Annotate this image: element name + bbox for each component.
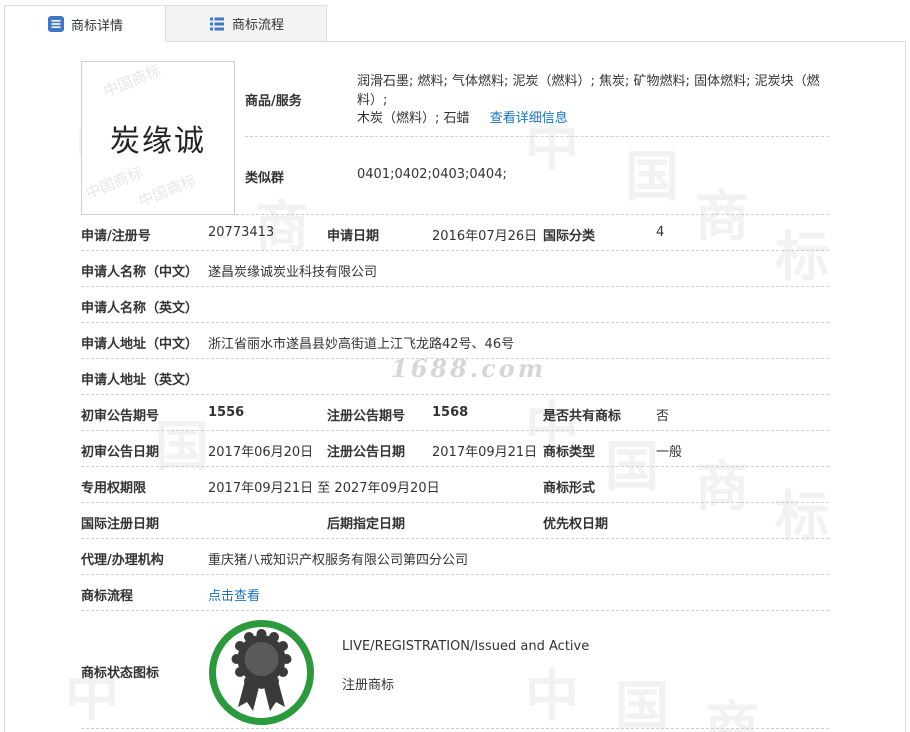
prelim-issue-value: 1556 xyxy=(208,405,245,420)
reg-no-label: 申请/注册号 xyxy=(81,229,151,244)
term-label: 专用权期限 xyxy=(81,481,147,496)
address-en-label: 申请人地址（英文） xyxy=(81,373,199,388)
status-chinese: 注册商标 xyxy=(342,678,395,693)
apply-date-label: 申请日期 xyxy=(327,229,380,244)
prelim-issue-label: 初审公告期号 xyxy=(81,409,160,424)
watermark-char: 标 xyxy=(775,484,847,548)
divider xyxy=(81,286,829,287)
applicant-cn-label: 申请人名称（中文） xyxy=(81,265,199,280)
divider xyxy=(81,466,829,467)
reg-issue-value: 1568 xyxy=(432,405,469,420)
divider xyxy=(81,574,829,575)
list-icon xyxy=(47,15,65,33)
reg-issue-label: 注册公告期号 xyxy=(327,409,406,424)
divider xyxy=(81,728,829,729)
divider xyxy=(81,322,829,323)
priority-date-label: 优先权日期 xyxy=(543,517,609,532)
goods-line-1: 润滑石墨; 燃料; 气体燃料; 泥炭（燃料）; 焦炭; 矿物燃料; 固体燃料; … xyxy=(357,74,820,108)
applicant-cn-value: 遂昌炭缘诚炭业科技有限公司 xyxy=(208,265,378,280)
logo-watermark: 中国商标 xyxy=(83,163,146,203)
goods-line-2: 木炭（燃料）; 石蜡 查看详细信息 xyxy=(357,107,568,126)
form-label: 商标形式 xyxy=(543,481,596,496)
trademark-image: 中国商标 中国商标 中国商标 炭缘诚 xyxy=(81,61,235,215)
status-english: LIVE/REGISTRATION/Issued and Active xyxy=(342,639,590,654)
agent-value: 重庆猪八戒知识产权服务有限公司第四分公司 xyxy=(208,553,469,568)
tab-bar: 商标详情 商标流程 xyxy=(4,5,327,42)
agent-label: 代理/办理机构 xyxy=(81,553,164,568)
similar-group-value: 0401;0402;0403;0404; xyxy=(357,167,507,182)
prelim-date-label: 初审公告日期 xyxy=(81,445,160,460)
term-value: 2017年09月21日 至 2027年09月20日 xyxy=(208,481,440,496)
registered-award-icon xyxy=(208,619,315,726)
prelim-date-value: 2017年06月20日 xyxy=(208,445,314,460)
watermark-char: 商 xyxy=(705,694,777,732)
address-cn-value: 浙江省丽水市遂昌县妙高街道上江飞龙路42号、46号 xyxy=(208,337,515,352)
watermark-char: 国 xyxy=(625,144,697,208)
watermark-char: 中 xyxy=(525,664,597,728)
type-label: 商标类型 xyxy=(543,445,596,460)
later-date-label: 后期指定日期 xyxy=(327,517,406,532)
flow-label: 商标流程 xyxy=(81,589,134,604)
watermark-char: 商 xyxy=(695,454,767,518)
divider xyxy=(81,358,829,359)
apply-date-value: 2016年07月26日 xyxy=(432,229,538,244)
divider xyxy=(81,214,829,215)
divider xyxy=(81,502,829,503)
view-details-link[interactable]: 查看详细信息 xyxy=(490,111,568,126)
intl-reg-date-label: 国际注册日期 xyxy=(81,517,160,532)
logo-watermark: 中国商标 xyxy=(101,61,164,101)
watermark-char: 标 xyxy=(775,224,847,288)
address-cn-label: 申请人地址（中文） xyxy=(81,337,199,352)
watermark-char: 商 xyxy=(695,184,767,248)
divider xyxy=(81,250,829,251)
goods-text: 木炭（燃料）; 石蜡 xyxy=(357,111,470,126)
tab-label: 商标流程 xyxy=(231,18,284,33)
divider xyxy=(81,394,829,395)
detail-panel: 中 中 国 商 标 商 中 国 国 商 标 中 中 国 商 1688.com 中… xyxy=(4,41,906,732)
trademark-name: 炭缘诚 xyxy=(110,124,206,159)
divider xyxy=(81,610,829,611)
tab-trademark-details[interactable]: 商标详情 xyxy=(4,5,166,42)
divider xyxy=(81,538,829,539)
intl-class-value: 4 xyxy=(656,225,665,240)
tab-trademark-process[interactable]: 商标流程 xyxy=(166,5,327,42)
reg-no-value: 20773413 xyxy=(208,225,275,240)
intl-class-label: 国际分类 xyxy=(543,229,596,244)
applicant-en-label: 申请人名称（英文） xyxy=(81,301,199,316)
reg-date-value: 2017年09月21日 xyxy=(432,445,538,460)
table-icon xyxy=(208,15,226,33)
divider xyxy=(245,136,829,137)
logo-watermark: 中国商标 xyxy=(136,171,199,211)
view-flow-link[interactable]: 点击查看 xyxy=(208,585,260,604)
reg-date-label: 注册公告日期 xyxy=(327,445,406,460)
tab-label: 商标详情 xyxy=(70,18,123,34)
type-value: 一般 xyxy=(656,445,683,460)
watermark-char: 国 xyxy=(605,434,677,498)
status-icon-label: 商标状态图标 xyxy=(81,666,160,681)
watermark-char: 国 xyxy=(615,674,687,732)
divider xyxy=(81,430,829,431)
shared-value: 否 xyxy=(656,409,670,424)
shared-label: 是否共有商标 xyxy=(543,409,622,424)
similar-group-label: 类似群 xyxy=(245,171,285,186)
goods-label: 商品/服务 xyxy=(245,94,302,109)
